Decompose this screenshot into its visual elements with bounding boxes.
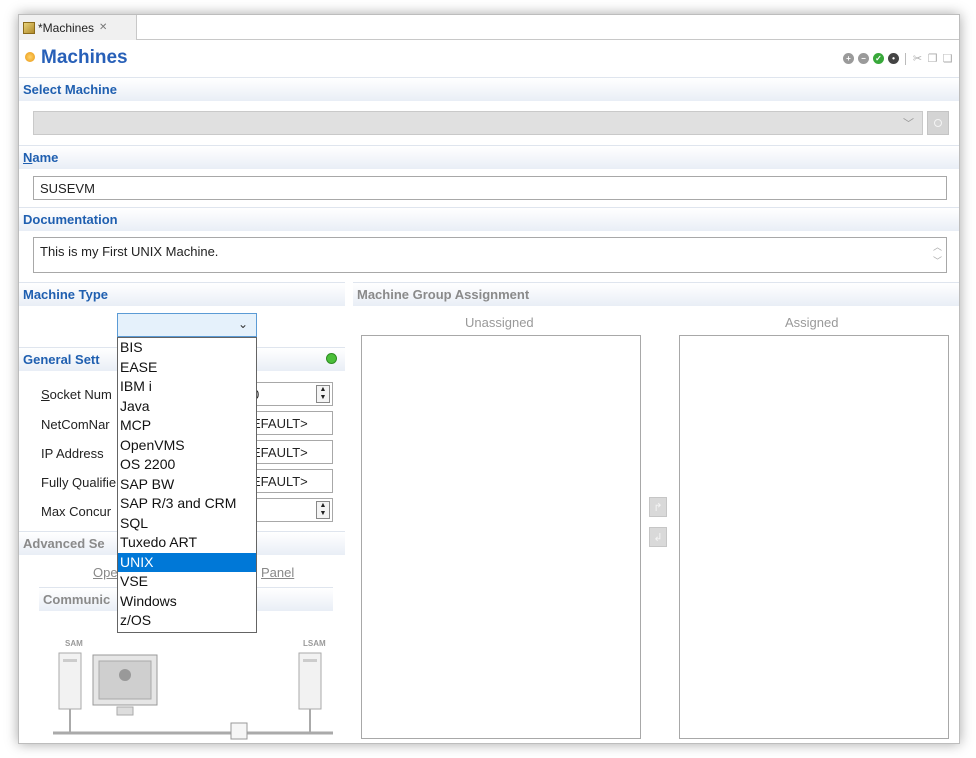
tab-label: *Machines xyxy=(38,20,95,35)
monitor-icon xyxy=(92,654,158,716)
dropdown-option[interactable]: OS 2200 xyxy=(118,455,256,475)
toolbar-separator xyxy=(905,52,906,65)
refresh-icon[interactable] xyxy=(326,353,337,364)
form-header: Machines + − ✓ • ✂ ❐ ❏ xyxy=(19,41,959,75)
form-toolbar: + − ✓ • ✂ ❐ ❏ xyxy=(843,52,953,65)
unassigned-header: Unassigned xyxy=(465,315,534,330)
dropdown-option[interactable]: SQL xyxy=(118,514,256,534)
network-hub-icon xyxy=(230,722,248,740)
section-machine-group: Machine Group Assignment xyxy=(353,282,959,306)
dropdown-option[interactable]: BIS xyxy=(118,338,256,358)
lsam-tower-icon xyxy=(298,652,322,710)
copy-icon[interactable]: ❐ xyxy=(927,52,938,65)
assigned-list[interactable] xyxy=(679,335,949,739)
assign-button[interactable]: ↱ xyxy=(649,497,667,517)
add-icon[interactable]: + xyxy=(843,53,854,64)
netcom-name-field[interactable]: EFAULT> xyxy=(249,411,333,435)
cancel-icon[interactable]: • xyxy=(888,53,899,64)
ip-address-field[interactable]: EFAULT> xyxy=(249,440,333,464)
spin-down-icon[interactable]: ▼ xyxy=(320,394,327,402)
dropdown-option[interactable]: OpenVMS xyxy=(118,436,256,456)
save-icon[interactable]: ✓ xyxy=(873,53,884,64)
name-accelerator: N xyxy=(23,150,33,165)
ip-address-label: IP Address xyxy=(41,446,104,461)
cut-icon[interactable]: ✂ xyxy=(912,52,923,65)
socket-spinner[interactable]: ▲ ▼ xyxy=(316,385,330,403)
dropdown-option[interactable]: Java xyxy=(118,397,256,417)
spin-up-icon[interactable]: ▲ xyxy=(320,386,327,394)
fqdn-label: Fully Qualifie xyxy=(41,475,117,490)
unassigned-list[interactable] xyxy=(361,335,641,739)
dropdown-option[interactable]: UNIX xyxy=(118,552,256,572)
fqdn-field[interactable]: EFAULT> xyxy=(249,469,333,493)
dropdown-option[interactable]: Tuxedo ART xyxy=(118,533,256,553)
tab-machines[interactable]: *Machines ✕ xyxy=(19,15,137,40)
unassign-button[interactable]: ↲ xyxy=(649,527,667,547)
dropdown-option[interactable]: EASE xyxy=(118,358,256,378)
socket-number-field[interactable]: 0 ▲▼ xyxy=(249,382,333,406)
page-title: Machines xyxy=(41,47,128,68)
max-concurrent-field[interactable]: ▲ ▼ xyxy=(249,498,333,522)
documentation-scroll[interactable]: ︿ ﹀ xyxy=(933,240,942,268)
edit-icon xyxy=(23,21,35,34)
max-concurrent-label: Max Concur xyxy=(41,504,112,519)
scroll-down-icon[interactable]: ﹀ xyxy=(933,254,942,268)
dropdown-option[interactable]: Windows xyxy=(118,592,256,612)
netcom-name-label: NetComNar xyxy=(41,417,110,432)
socket-label-rest: ocket Num xyxy=(49,387,112,402)
select-machine-combo[interactable]: ﹀ xyxy=(33,111,923,135)
max-concurrent-spinner[interactable]: ▲ ▼ xyxy=(316,501,330,519)
remove-icon[interactable]: − xyxy=(858,53,869,64)
section-name: Name xyxy=(19,145,959,169)
dropdown-option[interactable]: SAP BW xyxy=(118,475,256,495)
arrow-left-icon: ↲ xyxy=(653,531,663,544)
search-button[interactable] xyxy=(927,111,949,135)
lsam-label: LSAM xyxy=(303,639,326,648)
dropdown-option[interactable]: MCP xyxy=(118,416,256,436)
documentation-text: This is my First UNIX Machine. xyxy=(40,244,219,259)
dropdown-option[interactable]: SAP R/3 and CRM xyxy=(118,494,256,514)
machine-icon xyxy=(25,52,35,62)
name-field[interactable]: SUSEVM xyxy=(33,176,947,200)
communication-diagram: SAM LSAM xyxy=(53,639,333,740)
panel-link[interactable]: Panel xyxy=(261,565,294,580)
scroll-up-icon[interactable]: ︿ xyxy=(933,240,942,254)
socket-accelerator: S xyxy=(41,387,50,402)
paste-icon[interactable]: ❏ xyxy=(942,52,953,65)
socket-number-label: Socket Num xyxy=(41,387,112,402)
machine-type-dropdown[interactable]: BIS EASE IBM i Java MCP OpenVMS OS 2200 SAP BW S… xyxy=(117,337,257,633)
spin-up-icon[interactable]: ▲ xyxy=(320,502,327,510)
machines-editor-window: *Machines ✕ Machines + − ✓ • ✂ ❐ ❏ Selec… xyxy=(18,14,960,744)
chevron-down-icon: ﹀ xyxy=(903,118,914,130)
sam-label: SAM xyxy=(65,639,83,648)
sam-tower-icon xyxy=(58,652,82,710)
name-label-rest: ame xyxy=(32,150,59,165)
editor-tabbar: *Machines ✕ xyxy=(19,15,959,40)
chevron-down-icon: ⌄ xyxy=(237,317,248,331)
assigned-header: Assigned xyxy=(785,315,839,330)
section-select-machine: Select Machine xyxy=(19,77,959,101)
open-link[interactable]: Ope xyxy=(93,565,118,580)
machine-type-combo[interactable]: ⌄ xyxy=(117,313,257,337)
close-icon[interactable]: ✕ xyxy=(99,22,107,33)
spin-down-icon[interactable]: ▼ xyxy=(320,510,327,518)
section-documentation: Documentation xyxy=(19,207,959,231)
dropdown-option[interactable]: VSE xyxy=(118,572,256,592)
section-machine-type: Machine Type xyxy=(19,282,345,306)
search-icon xyxy=(934,119,942,127)
dropdown-option[interactable]: IBM i xyxy=(118,377,256,397)
arrow-right-icon: ↱ xyxy=(653,501,663,514)
dropdown-option[interactable]: z/OS xyxy=(118,611,256,631)
documentation-field[interactable]: This is my First UNIX Machine. ︿ ﹀ xyxy=(33,237,947,273)
